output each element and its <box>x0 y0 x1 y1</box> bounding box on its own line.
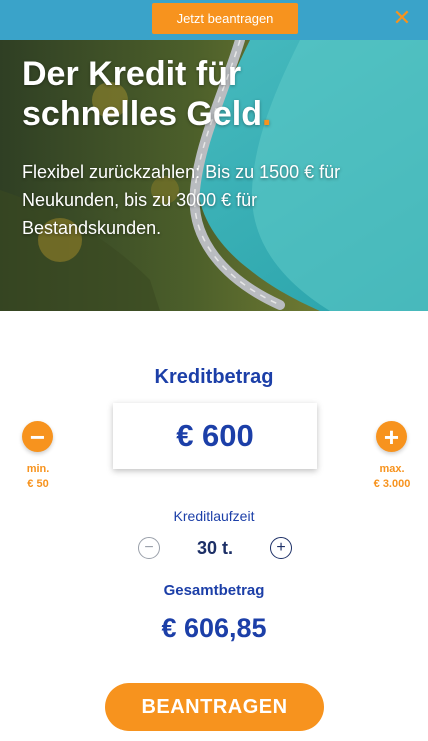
calculator-title: Kreditbetrag <box>154 366 274 388</box>
term-value: 30 t. <box>196 538 234 558</box>
minus-icon: − <box>29 421 46 452</box>
term-label: Kreditlaufzeit <box>173 508 255 524</box>
hero-title-dot: . <box>262 95 272 133</box>
total-label: Gesamtbetrag <box>163 582 265 599</box>
plus-icon: + <box>276 539 286 556</box>
increase-amount-button[interactable]: + <box>376 421 407 452</box>
apply-button[interactable]: BEANTRAGEN <box>105 683 324 731</box>
hero-title-line1: Der Kredit für <box>22 55 242 93</box>
max-label: max. <box>379 463 405 475</box>
increase-term-button[interactable]: + <box>270 537 292 559</box>
min-limit: min. € 50 <box>16 462 60 492</box>
total-value: € 606,85 <box>161 613 267 643</box>
amount-display: € 600 <box>113 403 317 469</box>
min-value: € 50 <box>27 478 49 490</box>
minus-icon: − <box>144 539 154 556</box>
close-icon[interactable]: ✕ <box>392 7 412 29</box>
min-label: min. <box>26 463 50 475</box>
plus-icon: + <box>383 421 400 452</box>
max-limit: max. € 3.000 <box>362 462 422 492</box>
hero-title-line2: schnelles Geld <box>22 95 262 133</box>
hero-banner: Der Kredit für schnelles Geld. Flexibel … <box>0 40 428 311</box>
top-notification-bar: Jetzt beantragen ✕ <box>0 0 428 40</box>
hero-title: Der Kredit für schnelles Geld. <box>22 54 382 134</box>
max-value: € 3.000 <box>373 478 411 490</box>
decrease-amount-button[interactable]: − <box>22 421 53 452</box>
hero-subtitle: Flexibel zurückzahlen: Bis zu 1500 € für… <box>22 162 341 238</box>
decrease-term-button[interactable]: − <box>138 537 160 559</box>
apply-now-top-button[interactable]: Jetzt beantragen <box>152 3 298 34</box>
